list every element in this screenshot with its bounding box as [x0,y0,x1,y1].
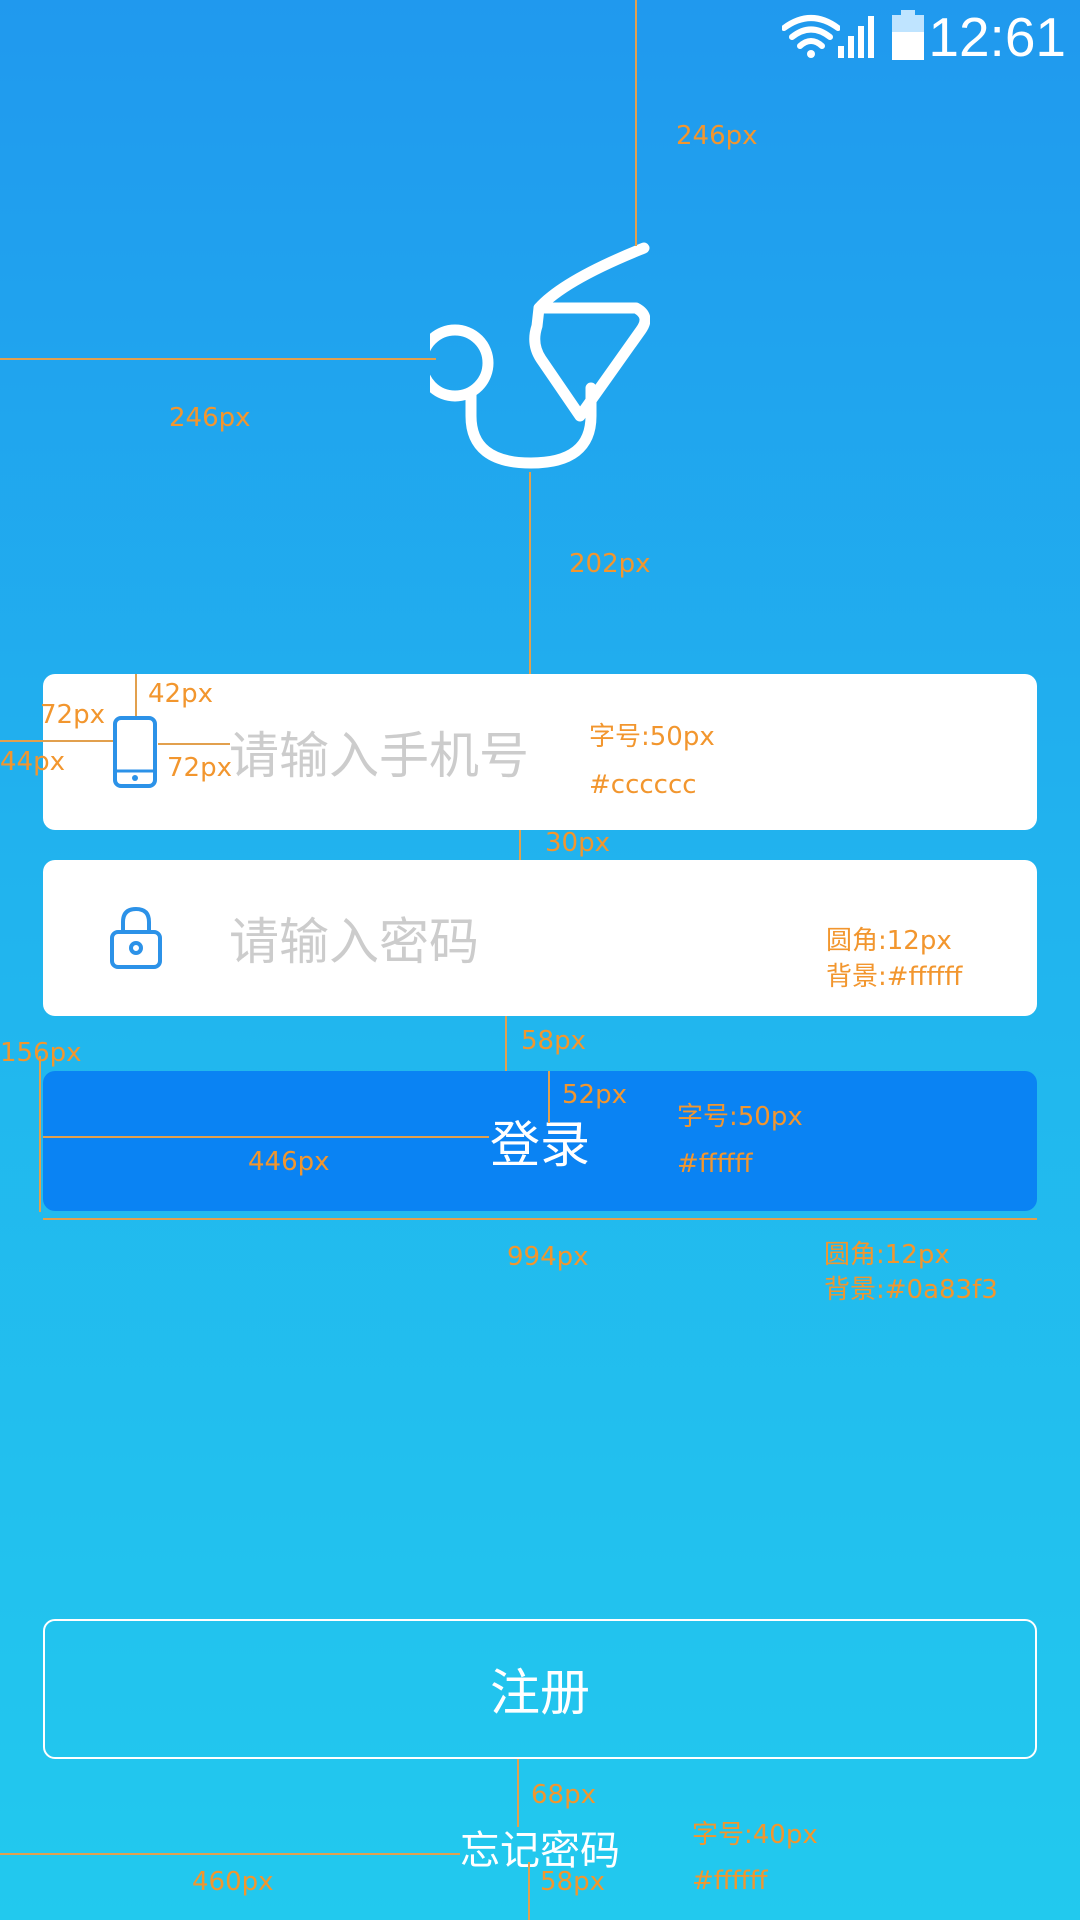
spec-label: 52px [562,1080,627,1110]
spec-label: 圆角:12px [826,926,952,956]
spec-label: 72px [40,700,105,730]
spec-label: 42px [148,679,213,709]
spec-label: 460px [192,1867,274,1897]
spec-label: #ffffff [677,1149,753,1179]
spec-line [43,1136,489,1138]
spec-label: 字号:50px [589,722,715,752]
spec-line [505,1016,507,1071]
spec-line [0,740,43,742]
status-time: 12:61 [928,6,1066,68]
register-button-label: 注册 [490,1664,590,1722]
lock-icon [110,906,162,969]
spec-label: #ffffff [692,1866,768,1896]
spec-line [0,358,436,360]
spec-label: 202px [569,549,651,579]
stethoscope-icon [430,242,650,469]
spec-line [635,0,637,246]
cell-signal-icon [838,16,874,58]
spec-label: 背景:#ffffff [826,962,963,992]
spec-label: 72px [167,753,232,783]
login-button-label: 登录 [490,1116,590,1174]
register-button[interactable]: 注册 [43,1619,1037,1759]
password-placeholder: 请输入密码 [229,913,479,971]
spec-label: 156px [0,1038,82,1068]
wifi-icon [782,15,840,58]
spec-line [43,1218,1037,1220]
spec-label: 446px [248,1147,330,1177]
spec-label: 背景:#0a83f3 [824,1275,998,1305]
spec-line [43,740,113,742]
spec-label: 圆角:12px [824,1240,950,1270]
spec-line [158,743,230,745]
spec-line [529,472,531,674]
spec-line [517,1759,519,1827]
spec-label: 字号:50px [677,1102,803,1132]
spec-line [548,1071,550,1123]
spec-label: 246px [676,121,758,151]
spec-label: 44px [0,747,65,777]
spec-label: 58px [540,1867,605,1897]
mobile-phone-icon [113,716,157,788]
spec-label: 30px [545,828,610,858]
spec-line [528,1862,530,1920]
spec-line [0,1853,460,1855]
spec-line [39,1056,41,1212]
spec-label: 68px [531,1780,596,1810]
spec-line [519,830,521,860]
spec-label: 字号:40px [692,1820,818,1850]
spec-line [135,674,137,716]
spec-label: 994px [507,1242,589,1272]
login-button[interactable]: 登录 [43,1071,1037,1211]
spec-label: #cccccc [589,770,697,800]
spec-label: 246px [169,403,251,433]
phone-placeholder: 请输入手机号 [229,727,529,785]
battery-icon [892,10,924,60]
spec-label: 58px [521,1026,586,1056]
